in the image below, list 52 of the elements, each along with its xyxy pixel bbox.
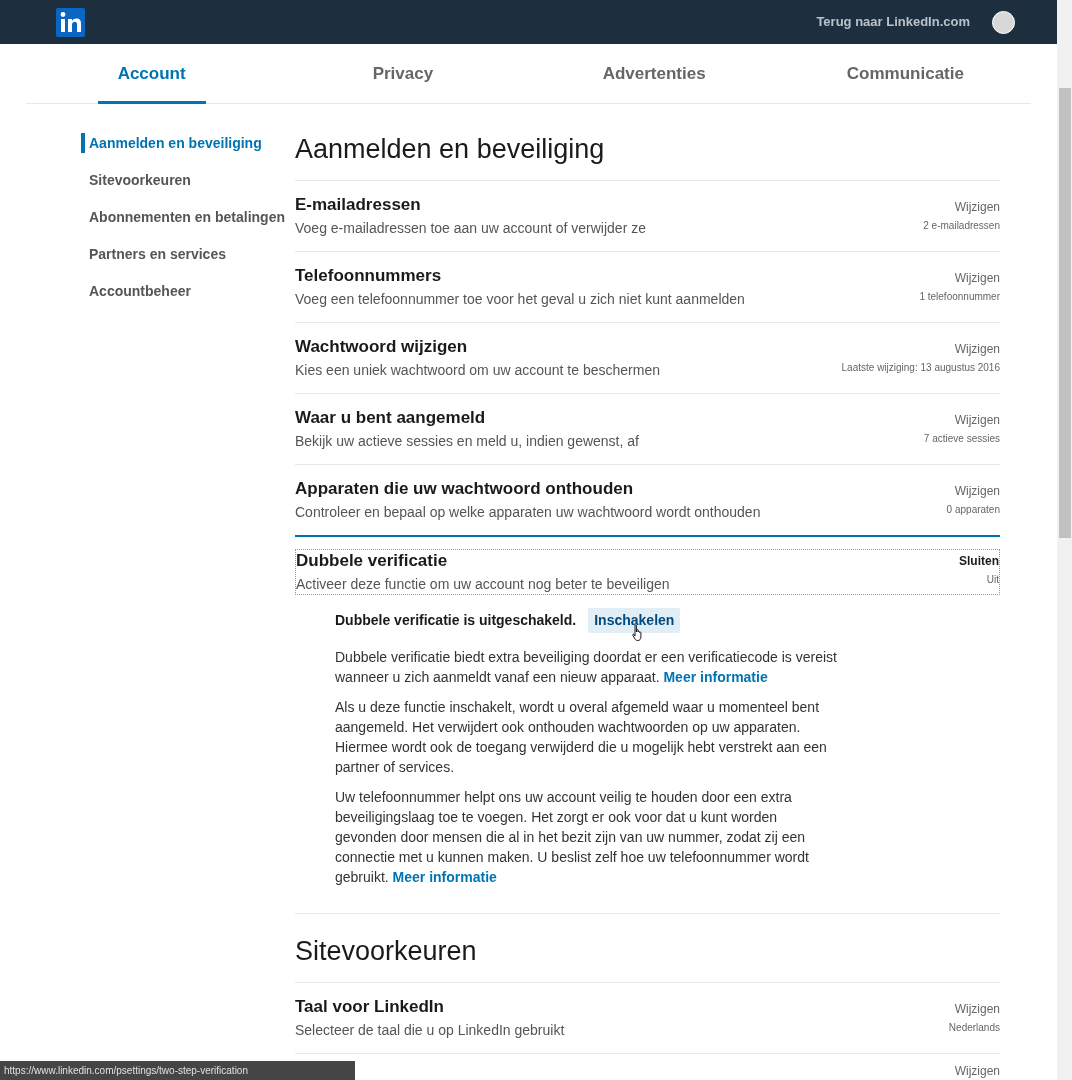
setting-summary: Uit (986, 573, 999, 587)
setting-description: Voeg e-mailadressen toe aan uw account of verwijder ze (295, 219, 646, 238)
tab[interactable]: Advertenties (582, 44, 726, 104)
change-link[interactable]: Wijzigen (954, 407, 1000, 429)
setting-title: Apparaten die uw wachtwoord onthouden (295, 478, 635, 500)
tab[interactable]: Communicatie (826, 44, 984, 104)
paragraph: Dubbele verificatie biedt extra beveiliging doordat er een verificatiecode is vereist wanneer u zich aanmeldt vanaf een nieuw apparaat. Meer informatie (335, 648, 838, 687)
section-heading: Aanmelden en beveiliging (295, 132, 1000, 181)
change-link[interactable]: Wijzigen (954, 336, 1000, 358)
setting-summary: 1 telefoonnummer (919, 290, 1000, 304)
setting-title: E-mailadressen (295, 194, 422, 216)
setting-description: Selecteer de taal die u op LinkedIn gebruikt (295, 1021, 565, 1040)
setting-description: Controleer en bepaal op welke apparaten uw wachtwoord wordt onthouden (295, 503, 761, 522)
setting-title: Dubbele verificatie (296, 550, 449, 572)
setting-title: Telefoonnummers (295, 265, 443, 287)
setting-summary: 2 e-mailadressen (923, 219, 1000, 233)
enable-button[interactable]: Inschakelen (588, 608, 681, 633)
sidebar-item[interactable]: Abonnementen en betalingen (81, 207, 295, 227)
sidebar-item[interactable]: Partners en services (81, 244, 295, 264)
tab[interactable]: Privacy (352, 44, 454, 104)
section-heading: Sitevoorkeuren (295, 934, 1000, 983)
avatar[interactable] (992, 10, 1015, 34)
scrollbar[interactable] (1057, 0, 1072, 1080)
sidebar-item[interactable]: Aanmelden en beveiliging (81, 133, 295, 153)
back-link[interactable]: Terug naar LinkedIn.com (816, 12, 970, 32)
more-info-link[interactable]: Meer informatie (663, 669, 768, 685)
setting-summary: Nederlands (948, 1021, 1000, 1035)
change-link[interactable]: Wijzigen (954, 1058, 1000, 1080)
tab[interactable]: Account (97, 44, 206, 104)
sidebar-item[interactable]: Accountbeheer (81, 281, 295, 301)
status-text: Dubbele verificatie is uitgeschakeld. (335, 611, 577, 630)
setting-title: Wachtwoord wijzigen (295, 336, 469, 358)
status-url: https://www.linkedin.com/psettings/two-step-verification (0, 1061, 355, 1080)
close-link[interactable]: Sluiten (959, 550, 999, 570)
more-info-link[interactable]: Meer informatie (392, 869, 497, 885)
setting-summary: 7 actieve sessies (923, 432, 1000, 446)
change-link[interactable]: Wijzigen (954, 996, 1000, 1018)
setting-summary: Laatste wijziging: 13 augustus 2016 (841, 361, 1000, 375)
setting-description: Kies een uniek wachtwoord om uw account te beschermen (295, 361, 660, 380)
change-link[interactable]: Wijzigen (954, 265, 1000, 287)
logo-icon[interactable] (56, 7, 85, 37)
change-link[interactable]: Wijzigen (954, 194, 1000, 216)
sidebar-item[interactable]: Sitevoorkeuren (81, 170, 295, 190)
paragraph: Uw telefoonnummer helpt ons uw account veilig te houden door een extra beveiligingslaag toe te voegen. Het zorgt er ook voor dat u kunt worden gevonden door mensen die al in het bezit zijn van uw nummer, zodat zij een connectie met u kunnen maken. U beslist zelf hoe uw telefoonnummer wordt gebruikt. Meer informatie (335, 788, 810, 887)
change-link[interactable]: Wijzigen (954, 478, 1000, 500)
setting-description: Activeer deze functie om uw account nog beter te beveiligen (296, 575, 670, 594)
paragraph: Als u deze functie inschakelt, wordt u overal afgemeld waar u momenteel bent aangemeld. Het verwijdert ook onthouden wachtwoorden op uw apparaten. Hiermee wordt ook de toegang verwijderd die u mogelijk hebt verstrekt aan een partner of services. (335, 698, 828, 777)
setting-description: Bekijk uw actieve sessies en meld u, indien gewenst, af (295, 432, 639, 451)
setting-title: Taal voor LinkedIn (295, 996, 445, 1018)
setting-summary: 0 apparaten (946, 503, 1000, 517)
setting-title: Waar u bent aangemeld (295, 407, 487, 429)
setting-description: Voeg een telefoonnummer toe voor het geval u zich niet kunt aanmelden (295, 290, 745, 309)
